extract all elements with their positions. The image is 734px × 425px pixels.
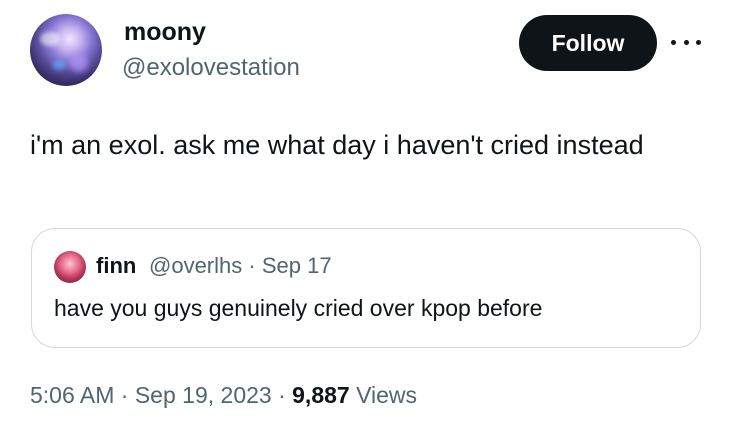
tweet-footer: 5:06 AM · Sep 19, 2023 · 9,887 Views — [30, 380, 417, 410]
separator: · — [114, 382, 135, 408]
quoted-tweet[interactable]: finn @overlhs · Sep 17 have you guys gen… — [31, 228, 701, 348]
views-label[interactable]: Views — [356, 382, 417, 408]
quoted-author-name[interactable]: finn — [96, 251, 136, 281]
tweet-text: i'm an exol. ask me what day i haven't c… — [30, 130, 644, 160]
avatar-detail — [70, 54, 88, 72]
avatar-detail — [52, 60, 66, 70]
quoted-date[interactable]: Sep 17 — [262, 253, 332, 278]
quoted-meta: @overlhs · Sep 17 — [149, 251, 332, 281]
quoted-text: have you guys genuinely cried over kpop … — [54, 295, 543, 321]
quoted-author-avatar[interactable] — [54, 251, 86, 283]
tweet-date[interactable]: Sep 19, 2023 — [135, 382, 272, 408]
avatar-detail — [40, 32, 60, 46]
separator: · — [271, 382, 293, 408]
follow-button[interactable]: Follow — [519, 15, 657, 71]
author-display-name[interactable]: moony — [124, 17, 206, 47]
author-handle[interactable]: @exolovestation — [122, 53, 300, 83]
tweet-time[interactable]: 5:06 AM — [30, 382, 114, 408]
more-options-icon[interactable] — [671, 30, 701, 54]
quoted-author-handle[interactable]: @overlhs — [149, 253, 242, 278]
views-count[interactable]: 9,887 — [292, 382, 350, 408]
author-avatar[interactable] — [30, 14, 102, 86]
separator: · — [242, 253, 262, 278]
